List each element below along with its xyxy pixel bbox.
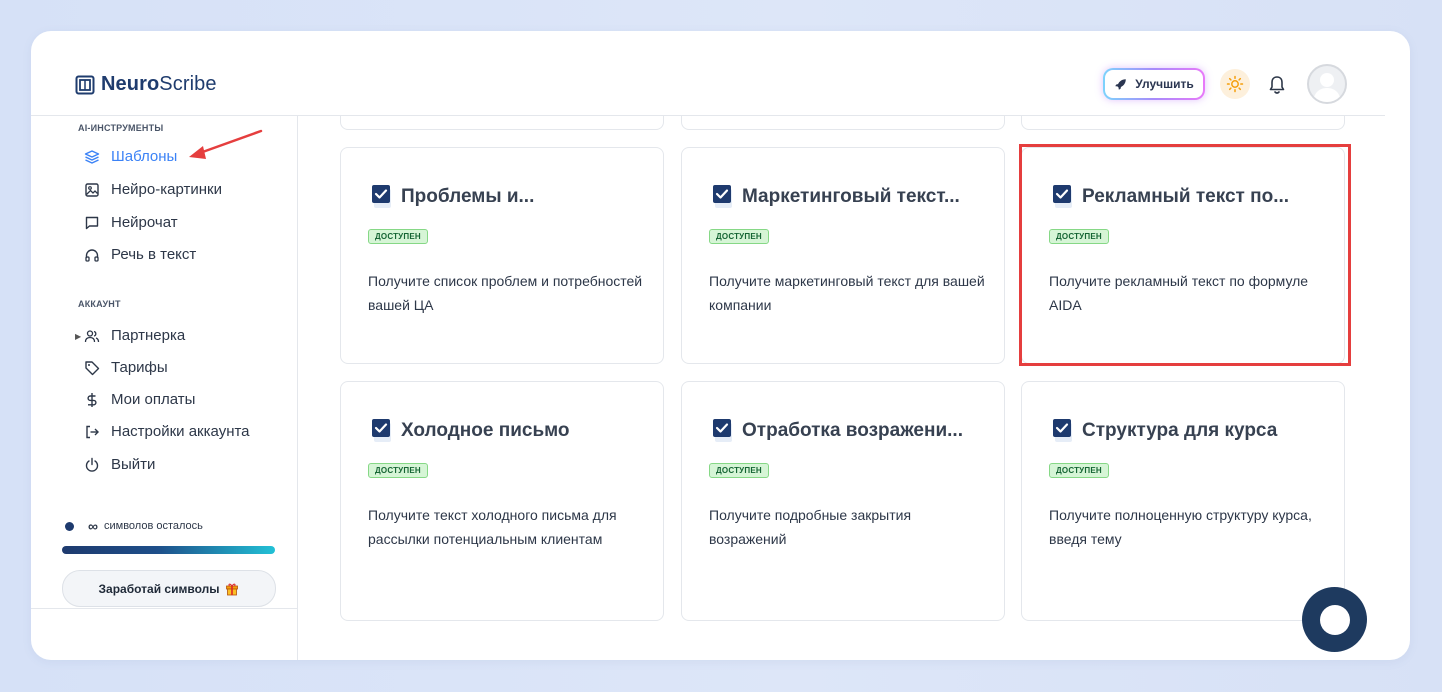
sidebar-item-neurochat[interactable]: Нейрочат <box>84 214 178 231</box>
chat-icon <box>85 216 99 229</box>
sidebar-item-partner[interactable]: Партнерка <box>84 327 185 344</box>
checkbox-icon <box>372 419 391 442</box>
card-title: Рекламный текст по... <box>1052 184 1289 210</box>
annotation-arrow-icon <box>189 129 263 159</box>
status-badge: ДОСТУПЕН <box>368 229 428 244</box>
app-window: NeuroScribe Улучшить AI-ИНСТРУМЕНТЫ Шабл… <box>31 31 1410 660</box>
template-card[interactable]: Структура для курса ДОСТУПЕН Получите по… <box>1021 381 1345 621</box>
card-title: Отработка возражени... <box>712 418 963 444</box>
card-description: Получите текст холодного письма для расс… <box>368 507 617 547</box>
template-card[interactable]: Отработка возражени... ДОСТУПЕН Получите… <box>681 381 1005 621</box>
rocket-icon <box>1115 78 1127 90</box>
sidebar-item-account-settings[interactable]: Настройки аккаунта <box>84 423 250 440</box>
bell-icon[interactable] <box>1266 74 1288 96</box>
sun-icon <box>1226 75 1244 93</box>
status-badge: ДОСТУПЕН <box>1049 463 1109 478</box>
status-badge: ДОСТУПЕН <box>709 463 769 478</box>
layers-icon <box>84 149 100 164</box>
card-description: Получите рекламный текст по формуле AIDA <box>1049 273 1309 313</box>
login-icon <box>86 425 99 438</box>
support-chat-button[interactable] <box>1302 587 1367 652</box>
image-icon <box>85 182 99 197</box>
checkbox-icon <box>372 185 391 208</box>
ai-tools-section-title: AI-ИНСТРУМЕНТЫ <box>78 123 164 133</box>
sidebar-item-speech-to-text[interactable]: Речь в текст <box>84 246 196 263</box>
sidebar-item-neuro-images[interactable]: Нейро-картинки <box>84 181 222 198</box>
logo[interactable]: NeuroScribe <box>75 73 217 96</box>
sidebar-item-templates[interactable]: Шаблоны <box>84 148 177 165</box>
card-title: Структура для курса <box>1052 418 1277 444</box>
status-badge: ДОСТУПЕН <box>1049 229 1109 244</box>
logo-text: NeuroScribe <box>101 73 217 95</box>
gift-icon <box>226 583 239 595</box>
earn-symbols-button[interactable]: Заработай символы <box>62 570 276 607</box>
sidebar-divider <box>31 608 298 609</box>
partial-card[interactable] <box>340 116 664 130</box>
checkbox-icon <box>1053 185 1072 208</box>
template-card[interactable]: Проблемы и... ДОСТУПЕН Получите список п… <box>340 147 664 364</box>
template-card[interactable]: Рекламный текст по... ДОСТУПЕН Получите … <box>1021 147 1345 364</box>
card-description: Получите маркетинговый текст для вашей к… <box>709 273 985 313</box>
status-badge: ДОСТУПЕН <box>368 463 428 478</box>
symbols-remaining: ∞ символов осталось <box>65 518 203 534</box>
chat-bubble-icon <box>1320 605 1350 635</box>
sidebar: AI-ИНСТРУМЕНТЫ Шаблоны Нейро-картинки Не… <box>31 116 298 660</box>
checkbox-icon <box>1053 419 1072 442</box>
template-card[interactable]: Холодное письмо ДОСТУПЕН Получите текст … <box>340 381 664 621</box>
user-avatar-icon <box>1313 73 1341 102</box>
status-badge: ДОСТУПЕН <box>709 229 769 244</box>
card-description: Получите подробные закрытия возражений <box>709 507 912 547</box>
avatar[interactable] <box>1307 64 1347 104</box>
card-description: Получите полноценную структуру курса, вв… <box>1049 507 1312 547</box>
card-title: Холодное письмо <box>371 418 570 444</box>
account-section-title: АККАУНТ <box>78 299 121 309</box>
headphones-icon <box>85 248 99 262</box>
upgrade-button[interactable]: Улучшить <box>1103 68 1205 100</box>
card-description: Получите список проблем и потребностей в… <box>368 273 643 313</box>
checkbox-icon <box>713 419 732 442</box>
users-icon <box>84 329 100 342</box>
symbols-progress-bar <box>62 546 275 554</box>
partial-card[interactable] <box>1021 116 1345 130</box>
dollar-icon <box>87 392 97 407</box>
template-card[interactable]: Маркетинговый текст... ДОСТУПЕН Получите… <box>681 147 1005 364</box>
power-icon <box>85 457 99 472</box>
upgrade-label: Улучшить <box>1135 77 1194 91</box>
card-title: Проблемы и... <box>371 184 534 210</box>
sidebar-item-logout[interactable]: Выйти <box>84 456 155 473</box>
sidebar-item-my-payments[interactable]: Мои оплаты <box>84 391 195 408</box>
caret-right-icon[interactable]: ▶ <box>75 332 81 341</box>
partial-card[interactable] <box>681 116 1005 130</box>
status-dot <box>65 521 74 531</box>
theme-toggle-button[interactable] <box>1220 69 1250 99</box>
tag-icon <box>85 360 100 375</box>
logo-icon <box>75 75 95 94</box>
checkbox-icon <box>713 185 732 208</box>
card-title: Маркетинговый текст... <box>712 184 960 210</box>
sidebar-item-tariffs[interactable]: Тарифы <box>84 359 168 376</box>
